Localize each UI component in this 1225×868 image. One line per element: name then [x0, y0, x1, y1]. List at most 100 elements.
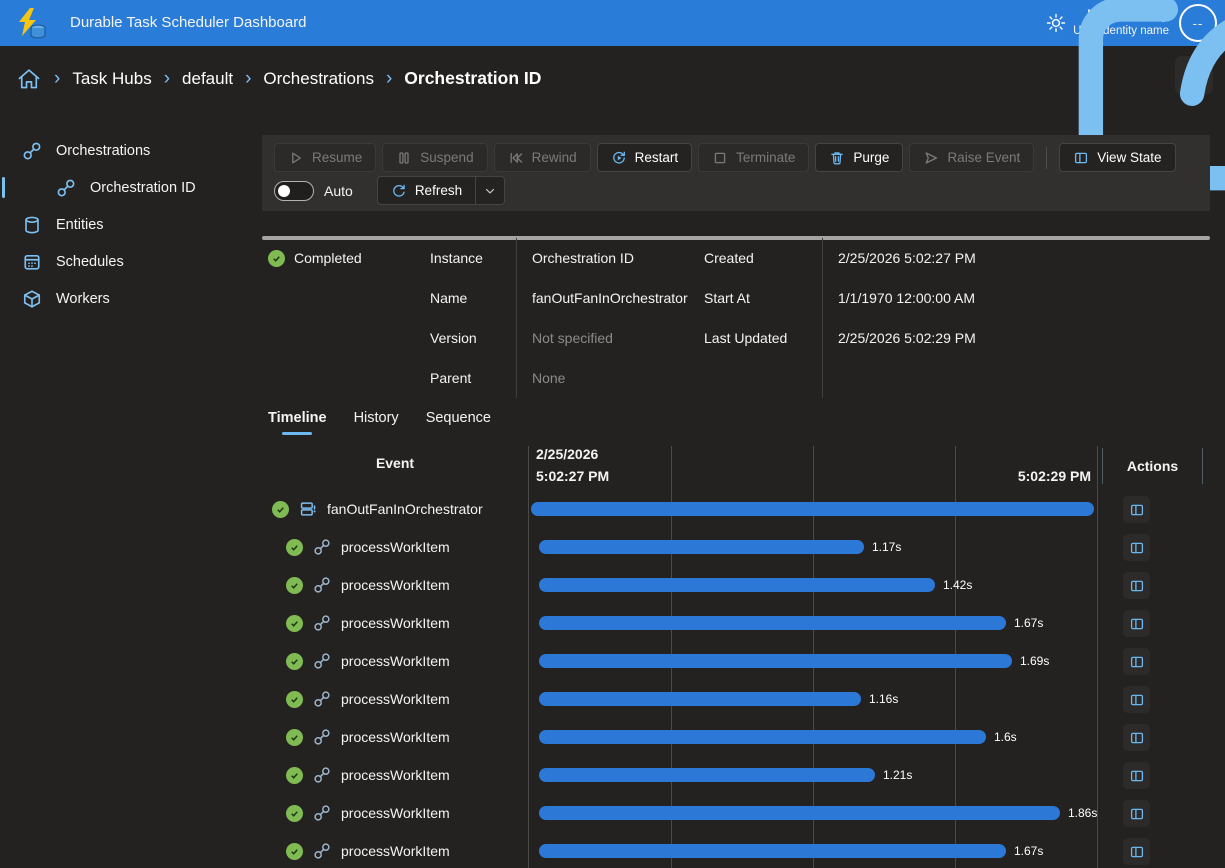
duration-bar[interactable] — [539, 768, 875, 782]
duration-bar[interactable] — [539, 844, 1006, 858]
timeline-row-processworkitem: processWorkItem1.21s — [262, 756, 1210, 794]
event-cell: processWorkItem — [262, 642, 528, 680]
row-view-state-button[interactable] — [1123, 762, 1150, 789]
view-state-button[interactable]: View State — [1059, 143, 1175, 172]
row-view-state-button[interactable] — [1123, 610, 1150, 637]
sidebar-item-schedules[interactable]: Schedules — [0, 243, 262, 280]
cube-icon — [22, 289, 42, 309]
view-state-icon — [1129, 578, 1145, 594]
activity-icon — [313, 576, 331, 594]
duration-bar[interactable] — [539, 616, 1006, 630]
database-icon — [22, 215, 42, 235]
auto-refresh-toggle[interactable] — [274, 181, 314, 201]
duration-bar[interactable] — [531, 502, 1094, 516]
send-icon — [923, 150, 939, 166]
resume-button: Resume — [274, 143, 376, 172]
completed-check-icon — [268, 250, 285, 267]
event-cell: processWorkItem — [262, 528, 528, 566]
breadcrumb-current: Orchestration ID — [404, 68, 541, 88]
activity-icon — [313, 652, 331, 670]
event-name: processWorkItem — [341, 729, 450, 745]
status-field-value-start-at: 1/1/1970 12:00:00 AM — [838, 278, 992, 318]
button-label: Resume — [312, 150, 362, 165]
duration-bar[interactable] — [539, 654, 1012, 668]
status-labels-left: InstanceNameVersionParent — [430, 238, 516, 398]
duration-bar[interactable] — [539, 730, 986, 744]
breadcrumb-item-orchestrations[interactable]: Orchestrations — [263, 69, 374, 88]
toolbar-refresh-row: Auto Refresh — [274, 176, 1210, 205]
duration-bar[interactable] — [539, 578, 935, 592]
completed-check-icon — [286, 729, 303, 746]
sidebar-item-orchestrations[interactable]: Orchestrations — [0, 132, 262, 169]
refresh-split-button: Refresh — [377, 176, 505, 205]
timeline-row-processworkitem: processWorkItem1.67s — [262, 832, 1210, 868]
completed-check-icon — [286, 691, 303, 708]
row-view-state-button[interactable] — [1123, 572, 1150, 599]
sidebar-item-label: Orchestration ID — [90, 180, 196, 196]
event-name: fanOutFanInOrchestrator — [327, 501, 483, 517]
row-view-state-button[interactable] — [1123, 648, 1150, 675]
activity-icon — [313, 804, 331, 822]
home-icon[interactable] — [16, 66, 42, 92]
sidebar-item-label: Entities — [56, 217, 104, 233]
app-title: Durable Task Scheduler Dashboard — [70, 0, 307, 46]
row-view-state-button[interactable] — [1123, 724, 1150, 751]
timeline-row-processworkitem: processWorkItem 1.69s — [262, 642, 1210, 680]
duration-label: 1.69s — [1020, 642, 1049, 680]
event-cell: processWorkItem — [262, 566, 528, 604]
timeline-rows: fanOutFanInOrchestratorprocessWorkItem1.… — [262, 490, 1210, 868]
sidebar-item-workers[interactable]: Workers — [0, 280, 262, 317]
link-icon — [22, 141, 42, 161]
sidebar-item-entities[interactable]: Entities — [0, 206, 262, 243]
event-name: processWorkItem — [341, 539, 450, 555]
breadcrumb-item-task-hubs[interactable]: Task Hubs — [72, 69, 151, 88]
status-values-right: 2/25/2026 5:02:27 PM1/1/1970 12:00:00 AM… — [822, 238, 992, 398]
row-view-state-button[interactable] — [1123, 800, 1150, 827]
duration-label: 1.16s — [869, 680, 898, 718]
tab-history[interactable]: History — [354, 410, 399, 435]
breadcrumb-chevron-icon: › — [386, 68, 392, 89]
timeline-row-fanoutfaninorchestrator: fanOutFanInOrchestrator — [262, 490, 1210, 528]
status-labels-right: CreatedStart AtLast Updated — [704, 238, 822, 398]
status-field-value-version: Not specified — [532, 318, 704, 358]
row-view-state-button[interactable] — [1123, 496, 1150, 523]
refresh-label: Refresh — [415, 183, 462, 198]
status-field-value-instance: Orchestration ID — [532, 238, 704, 278]
tab-sequence[interactable]: Sequence — [426, 410, 491, 435]
restart-button[interactable]: Restart — [597, 143, 693, 172]
calendar-icon — [22, 252, 42, 272]
sidebar-item-orchestration-id[interactable]: Orchestration ID — [0, 169, 262, 206]
event-name: processWorkItem — [341, 843, 450, 859]
sidebar-nav: Orchestrations Orchestration ID Entities Sc… — [0, 112, 262, 868]
breadcrumb-items: ›Task Hubs›default›Orchestrations›Orches… — [42, 68, 541, 90]
top-app-bar: Durable Task Scheduler Dashboard User id… — [0, 0, 1225, 46]
button-label: Purge — [853, 150, 889, 165]
duration-bar[interactable] — [539, 806, 1060, 820]
tab-timeline[interactable]: Timeline — [268, 410, 327, 435]
status-field-label-parent: Parent — [430, 358, 516, 398]
duration-label: 1.17s — [872, 528, 901, 566]
duration-bar[interactable] — [539, 692, 861, 706]
button-label: Terminate — [736, 150, 795, 165]
purge-button[interactable]: Purge — [815, 143, 903, 172]
view-state-icon — [1129, 806, 1145, 822]
axis-date-label: 2/25/2026 — [536, 446, 598, 462]
duration-bar[interactable] — [539, 540, 864, 554]
suspend-button: Suspend — [382, 143, 487, 172]
row-view-state-button[interactable] — [1123, 686, 1150, 713]
share-button[interactable] — [1175, 56, 1213, 94]
chevron-down-icon — [483, 184, 497, 198]
event-name: processWorkItem — [341, 767, 450, 783]
breadcrumb-item-default[interactable]: default — [182, 69, 233, 88]
activity-icon — [313, 728, 331, 746]
refresh-dropdown-button[interactable] — [475, 176, 505, 205]
button-label: View State — [1097, 150, 1161, 165]
toolbar-buttons-row: Resume Suspend Rewind Restart Terminate Purge… — [274, 143, 1210, 172]
event-name: processWorkItem — [341, 805, 450, 821]
refresh-button[interactable]: Refresh — [377, 176, 475, 205]
event-cell: processWorkItem — [262, 756, 528, 794]
row-view-state-button[interactable] — [1123, 534, 1150, 561]
timeline-row-processworkitem: processWorkItem1.16s — [262, 680, 1210, 718]
button-label: Rewind — [532, 150, 577, 165]
row-view-state-button[interactable] — [1123, 838, 1150, 865]
